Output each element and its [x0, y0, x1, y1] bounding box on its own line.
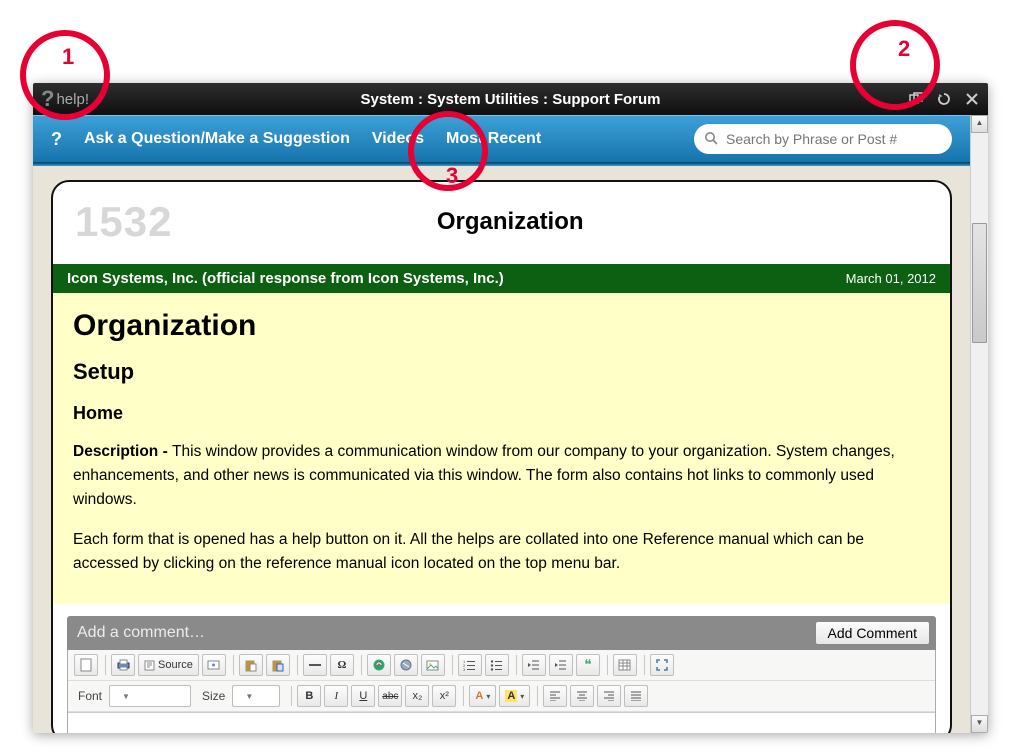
svg-text:3: 3 — [463, 667, 466, 671]
paste-icon[interactable] — [239, 654, 263, 676]
align-justify-icon[interactable] — [624, 685, 648, 707]
scroll-area: ? Ask a Question/Make a Suggestion Video… — [33, 115, 970, 733]
body-para-1: Description - This window provides a com… — [73, 440, 930, 512]
body-h1: Organization — [73, 309, 930, 343]
indent-icon[interactable] — [549, 654, 573, 676]
desc-label: Description - — [73, 443, 172, 460]
body-para-2: Each form that is opened has a help butt… — [73, 528, 930, 576]
menu-videos[interactable]: Videos — [372, 130, 424, 148]
text-color-button[interactable]: A▾ — [469, 685, 496, 707]
comment-header: Add a comment… Add Comment — [67, 616, 936, 650]
scroll-up-button[interactable]: ▲ — [971, 115, 988, 133]
rich-text-editor: Source Ω — [67, 650, 936, 733]
paste-word-icon[interactable] — [266, 654, 290, 676]
preview-icon[interactable] — [202, 654, 226, 676]
menu-ask-question[interactable]: Ask a Question/Make a Suggestion — [84, 130, 350, 148]
unlink-icon[interactable] — [394, 654, 418, 676]
annotation-number-1: 1 — [62, 44, 74, 70]
underline-button[interactable]: U — [351, 685, 375, 707]
subscript-button[interactable]: x₂ — [405, 685, 429, 707]
close-icon[interactable] — [964, 91, 980, 107]
blockquote-icon[interactable]: ❝ — [576, 654, 600, 676]
forum-menubar: ? Ask a Question/Make a Suggestion Video… — [33, 115, 970, 163]
maximize-icon[interactable] — [650, 654, 674, 676]
italic-button[interactable]: I — [324, 685, 348, 707]
editor-toolbar-row-1: Source Ω — [68, 650, 935, 681]
scroll-track[interactable] — [971, 133, 988, 715]
outdent-icon[interactable] — [522, 654, 546, 676]
size-label: Size — [202, 689, 225, 703]
align-left-icon[interactable] — [543, 685, 567, 707]
window-body: ? Ask a Question/Make a Suggestion Video… — [33, 115, 988, 733]
post-card: 1532 Organization Icon Systems, Inc. (of… — [51, 180, 952, 733]
source-label: Source — [158, 659, 193, 671]
search-icon — [704, 131, 718, 148]
para1-text: This window provides a communication win… — [73, 443, 895, 508]
special-char-icon[interactable]: Ω — [330, 654, 354, 676]
table-icon[interactable] — [613, 654, 637, 676]
print-icon[interactable] — [111, 654, 135, 676]
superscript-button[interactable]: x² — [432, 685, 456, 707]
strike-button[interactable]: abc — [378, 685, 402, 707]
font-label: Font — [78, 689, 102, 703]
editor-textarea[interactable] — [68, 712, 935, 733]
search-box[interactable] — [694, 124, 952, 154]
body-h2: Setup — [73, 359, 930, 385]
window-titlebar: ? help! System : System Utilities : Supp… — [33, 83, 988, 115]
align-center-icon[interactable] — [570, 685, 594, 707]
popout-icon[interactable] — [908, 91, 924, 107]
post-id: 1532 — [75, 198, 172, 246]
comment-placeholder: Add a comment… — [77, 624, 205, 642]
bold-button[interactable]: B — [297, 685, 321, 707]
align-right-icon[interactable] — [597, 685, 621, 707]
scroll-thumb[interactable] — [972, 223, 987, 343]
bullet-list-icon[interactable] — [485, 654, 509, 676]
search-input[interactable] — [726, 131, 938, 147]
hr-icon[interactable] — [303, 654, 327, 676]
refresh-icon[interactable] — [936, 91, 952, 107]
support-forum-window: ? help! System : System Utilities : Supp… — [33, 83, 988, 733]
menu-most-recent[interactable]: Most Recent — [446, 130, 541, 148]
source-button[interactable]: Source — [138, 654, 199, 676]
add-comment-button[interactable]: Add Comment — [815, 621, 930, 645]
font-select[interactable]: ▼ — [109, 685, 191, 707]
comment-area: Add a comment… Add Comment Source — [53, 604, 950, 733]
image-icon[interactable] — [421, 654, 445, 676]
post-author-bar: Icon Systems, Inc. (official response fr… — [53, 264, 950, 293]
scroll-down-button[interactable]: ▼ — [971, 715, 988, 733]
window-title: System : System Utilities : Support Foru… — [33, 91, 988, 108]
content-wrap: 1532 Organization Icon Systems, Inc. (of… — [33, 166, 970, 733]
link-icon[interactable] — [367, 654, 391, 676]
numbered-list-icon[interactable]: 123 — [458, 654, 482, 676]
new-page-icon[interactable] — [74, 654, 98, 676]
vertical-scrollbar[interactable]: ▲ ▼ — [970, 115, 988, 733]
post-title: Organization — [172, 208, 928, 236]
post-date: March 01, 2012 — [846, 271, 936, 286]
help-menu-icon[interactable]: ? — [51, 129, 62, 150]
bg-color-button[interactable]: A▾ — [499, 685, 530, 707]
size-select[interactable]: ▼ — [232, 685, 280, 707]
post-author: Icon Systems, Inc. (official response fr… — [67, 270, 504, 287]
editor-toolbar-row-2: Font ▼ Size ▼ B I U abc x₂ x² — [68, 681, 935, 712]
annotation-number-2: 2 — [898, 36, 910, 62]
post-body: Organization Setup Home Description - Th… — [53, 293, 950, 604]
body-h3: Home — [73, 403, 930, 424]
